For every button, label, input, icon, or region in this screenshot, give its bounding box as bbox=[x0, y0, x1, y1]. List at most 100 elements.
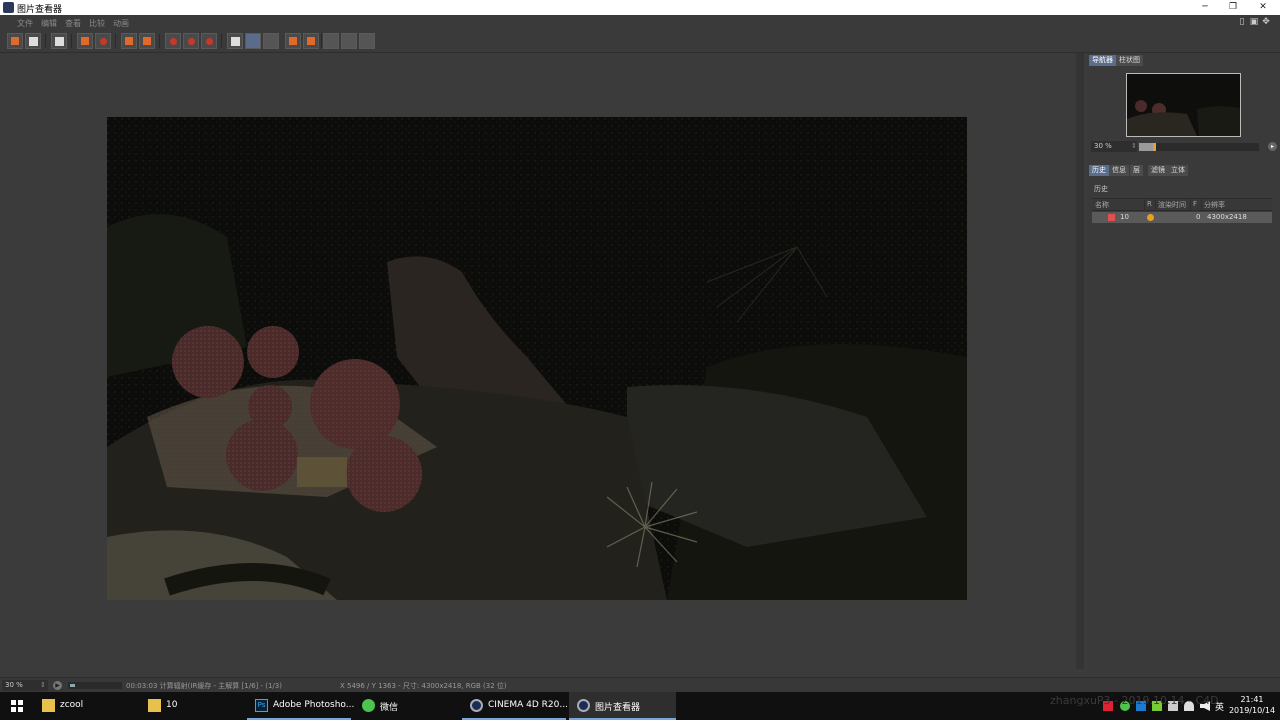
compare-swap-icon[interactable] bbox=[201, 33, 217, 49]
save-icon[interactable] bbox=[25, 33, 41, 49]
film-strip-icon[interactable] bbox=[51, 33, 67, 49]
menu-animation[interactable]: 动画 bbox=[113, 18, 129, 29]
menu-compare[interactable]: 比较 bbox=[89, 18, 105, 29]
column-divider bbox=[1201, 199, 1202, 210]
taskbar-item-picture-viewer[interactable]: 图片查看器 bbox=[569, 692, 676, 720]
taskbar-label: 10 bbox=[166, 700, 178, 710]
open-file-icon[interactable] bbox=[7, 33, 23, 49]
tab-navigator[interactable]: 导航器 bbox=[1089, 55, 1116, 66]
clock-time: 21:41 bbox=[1240, 695, 1264, 704]
menu-edit[interactable]: 编辑 bbox=[41, 18, 57, 29]
toolbar bbox=[0, 30, 1280, 53]
tab-stereo[interactable]: 立体 bbox=[1168, 165, 1188, 176]
zoom-spinner-icon[interactable]: ⇕ bbox=[1131, 141, 1137, 152]
toolbar-divider bbox=[221, 34, 222, 48]
folder-icon bbox=[42, 699, 55, 712]
status-info: X 5496 / Y 1363 - 尺寸: 4300x2418, RGB (32… bbox=[340, 682, 507, 690]
watermark: zhangxuP3 - 2019.10.14 - C4D bbox=[1050, 694, 1219, 707]
layout-2-icon[interactable] bbox=[341, 33, 357, 49]
zoom-slider-knob[interactable] bbox=[1153, 143, 1156, 151]
toolbar-divider bbox=[71, 34, 72, 48]
status-zoom-value: 30 % bbox=[5, 681, 23, 689]
taskbar-label: CINEMA 4D R20.... bbox=[488, 700, 571, 710]
col-frame[interactable]: F bbox=[1193, 200, 1197, 208]
zoom-reset-icon[interactable]: ▸ bbox=[1268, 142, 1277, 151]
taskbar-item-cinema4d[interactable]: CINEMA 4D R20.... bbox=[462, 692, 571, 720]
render-picture bbox=[107, 117, 967, 600]
close-icon[interactable]: ✕ bbox=[1248, 0, 1278, 15]
system-clock[interactable]: 21:41 2019/10/14 bbox=[1226, 694, 1278, 716]
history-name: 10 bbox=[1120, 213, 1129, 221]
layout-icon[interactable]: ▯ bbox=[1237, 17, 1247, 27]
tab-info[interactable]: 信息 bbox=[1109, 165, 1129, 176]
render-region-icon[interactable] bbox=[77, 33, 93, 49]
paste-icon[interactable] bbox=[139, 33, 155, 49]
cinema4d-icon bbox=[470, 699, 483, 712]
split-horizontal-icon[interactable] bbox=[245, 33, 261, 49]
col-render-time[interactable]: 渲染时间 bbox=[1158, 200, 1186, 210]
set-b-icon[interactable] bbox=[303, 33, 319, 49]
minimize-icon[interactable]: ─ bbox=[1190, 0, 1220, 15]
compare-b-icon[interactable] bbox=[183, 33, 199, 49]
zoom-spinner-icon[interactable]: ⇕ bbox=[40, 680, 46, 691]
tab-layers[interactable]: 层 bbox=[1130, 165, 1143, 176]
status-bar: 30 % ⇕ ▶ 00:03:03 计算辐射(IR缓存 - 主解算 [1/6] … bbox=[0, 677, 1280, 693]
copy-icon[interactable] bbox=[121, 33, 137, 49]
window-title: 图片查看器 bbox=[17, 5, 63, 15]
toolbar-divider bbox=[159, 34, 160, 48]
ab-icon[interactable] bbox=[227, 33, 243, 49]
toolbar-divider bbox=[321, 34, 322, 48]
render-progress-bar bbox=[68, 682, 122, 689]
menu-view[interactable]: 查看 bbox=[65, 18, 81, 29]
move-icon[interactable]: ✥ bbox=[1261, 17, 1271, 27]
photoshop-icon: Ps bbox=[255, 699, 268, 712]
column-divider bbox=[1190, 199, 1191, 210]
navigator-zoom-value: 30 % bbox=[1094, 142, 1112, 150]
taskbar-item-wechat[interactable]: 微信 bbox=[354, 692, 458, 720]
taskbar-item-zcool[interactable]: zcool bbox=[34, 692, 138, 720]
compare-a-icon[interactable] bbox=[165, 33, 181, 49]
zoom-slider-fill bbox=[1139, 143, 1153, 151]
tab-history[interactable]: 历史 bbox=[1089, 165, 1109, 176]
status-message: 00:03:03 计算辐射(IR缓存 - 主解算 [1/6] - (1/3) bbox=[126, 682, 282, 690]
restore-icon[interactable]: ❐ bbox=[1218, 0, 1248, 15]
column-divider bbox=[1144, 199, 1145, 210]
col-r[interactable]: R bbox=[1147, 200, 1152, 208]
render-image[interactable] bbox=[107, 117, 967, 600]
start-button[interactable] bbox=[0, 692, 34, 720]
table-row[interactable]: 10 0 4300x2418 bbox=[1092, 212, 1272, 223]
status-zoom-field[interactable]: 30 % ⇕ bbox=[2, 680, 48, 691]
tab-histogram[interactable]: 柱状图 bbox=[1116, 55, 1143, 66]
render-status-icon bbox=[1147, 214, 1154, 221]
toolbar-divider bbox=[45, 34, 46, 48]
play-icon[interactable]: ▶ bbox=[53, 681, 62, 690]
panel-icon[interactable]: ▣ bbox=[1249, 17, 1259, 27]
col-name[interactable]: 名称 bbox=[1095, 200, 1109, 210]
title-bar: 图片查看器 ─ ❐ ✕ bbox=[0, 0, 1280, 15]
taskbar-item-10[interactable]: 10 bbox=[140, 692, 244, 720]
app-icon bbox=[3, 2, 14, 13]
taskbar-item-photoshop[interactable]: Ps Adobe Photosho... bbox=[247, 692, 354, 720]
taskbar-label: 微信 bbox=[380, 703, 399, 713]
history-table-header: 名称 R 渲染时间 F 分辨率 bbox=[1092, 198, 1272, 211]
menu-bar: 文件 编辑 查看 比较 动画 ▯ ▣ ✥ bbox=[0, 15, 1280, 30]
col-resolution[interactable]: 分辨率 bbox=[1204, 200, 1225, 210]
navigator-zoom-slider[interactable] bbox=[1139, 143, 1259, 151]
toolbar-divider bbox=[115, 34, 116, 48]
cinema4d-icon bbox=[577, 699, 590, 712]
history-resolution: 4300x2418 bbox=[1207, 213, 1247, 221]
navigator-thumbnail[interactable] bbox=[1126, 73, 1241, 137]
render-icon[interactable] bbox=[95, 33, 111, 49]
navigator-zoom-field[interactable]: 30 % ⇕ bbox=[1091, 141, 1137, 152]
taskbar-label: 图片查看器 bbox=[595, 703, 641, 713]
layout-3-icon[interactable] bbox=[359, 33, 375, 49]
taskbar-label: zcool bbox=[60, 700, 84, 710]
menu-file[interactable]: 文件 bbox=[17, 18, 33, 29]
clock-date: 2019/10/14 bbox=[1228, 706, 1276, 715]
split-vertical-icon[interactable] bbox=[263, 33, 279, 49]
tab-filters[interactable]: 滤镜 bbox=[1148, 165, 1168, 176]
history-label: 历史 bbox=[1094, 185, 1108, 193]
viewport-scrollbar[interactable] bbox=[1076, 53, 1084, 669]
layout-1-icon[interactable] bbox=[323, 33, 339, 49]
set-a-icon[interactable] bbox=[285, 33, 301, 49]
